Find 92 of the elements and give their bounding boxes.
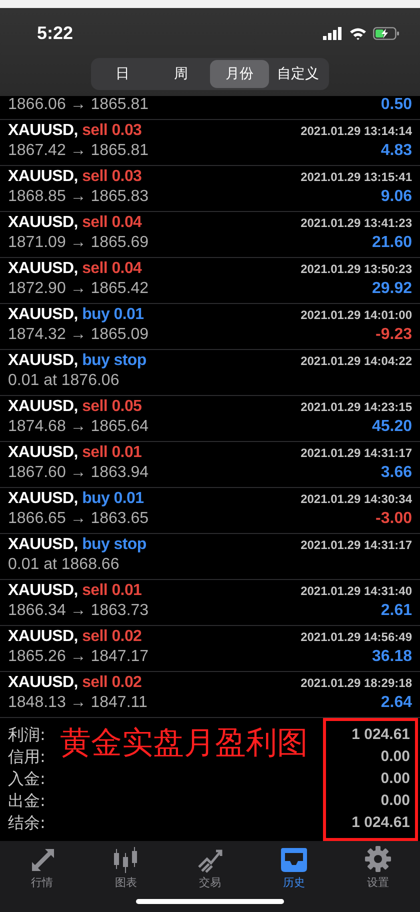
deal-prices: 0.01 at 1868.66	[8, 556, 120, 574]
deal-prices: 1867.60 → 1863.94	[8, 464, 149, 482]
deal-profit: 3.66	[380, 464, 412, 482]
deal-prices: 1867.42 → 1865.81	[8, 142, 149, 160]
deal-time: 2021.01.29 13:50:23	[300, 262, 412, 276]
summary-label: 结余:	[8, 812, 46, 834]
deal-prices: 1866.06 → 1865.81	[8, 96, 149, 114]
order-type: sell 0.04	[82, 214, 142, 231]
summary-value: 0.00	[380, 769, 410, 789]
summary-label: 信用:	[8, 746, 46, 768]
period-tab[interactable]: 日	[93, 60, 152, 88]
tab-bar-item[interactable]: 历史	[252, 845, 336, 890]
summary-value: 0.00	[380, 791, 410, 811]
deal-time: 2021.01.29 14:30:34	[300, 492, 412, 506]
summary-label: 利润:	[8, 724, 46, 746]
deal-title: XAUUSD, sell 0.03	[8, 168, 142, 186]
summary-value: 1 024.61	[352, 725, 410, 745]
deal-profit: 0.50	[380, 96, 412, 114]
deal-title: XAUUSD, buy stop	[8, 352, 146, 370]
deal-title: XAUUSD, buy 0.01	[8, 306, 144, 324]
order-type: buy stop	[82, 536, 146, 553]
deal-title: XAUUSD, sell 0.05	[8, 398, 142, 416]
deal-profit: 4.83	[380, 142, 412, 160]
tab-bar-item[interactable]: 设置	[336, 845, 420, 890]
order-type: buy 0.01	[82, 306, 144, 323]
deal-profit: 2.61	[380, 602, 412, 620]
deal-title: XAUUSD, sell 0.04	[8, 214, 142, 232]
deal-prices: 1871.09 → 1865.69	[8, 234, 149, 252]
deal-time: 2021.01.29 13:14:14	[300, 124, 412, 138]
status-time: 5:22	[37, 22, 74, 44]
deal-profit: 36.18	[372, 648, 412, 666]
summary-value: 1 024.61	[352, 813, 410, 833]
period-tab[interactable]: 自定义	[268, 60, 327, 88]
inbox-tray-icon	[280, 845, 308, 873]
order-type: sell 0.03	[82, 168, 142, 185]
annotation-text: 黄金实盘月盈利图	[60, 724, 308, 763]
deal-time: 2021.01.29 18:29:18	[300, 676, 412, 690]
deal-time: 2021.01.29 14:31:17	[300, 446, 412, 460]
deal-title: XAUUSD, buy stop	[8, 536, 146, 554]
period-tab[interactable]: 周	[152, 60, 210, 88]
deal-profit: -9.23	[376, 326, 412, 344]
deal-prices: 1865.26 → 1847.17	[8, 648, 149, 666]
deal-prices: 1848.13 → 1847.11	[8, 694, 148, 712]
deal-title: XAUUSD, sell 0.02	[8, 674, 142, 692]
order-type: sell 0.02	[82, 628, 142, 645]
deal-title: XAUUSD, sell 0.03	[8, 122, 142, 140]
deal-time: 2021.01.29 13:15:41	[300, 170, 412, 184]
tab-bar-item[interactable]: 交易	[168, 845, 252, 890]
battery-charging-icon	[373, 26, 400, 40]
deal-prices: 0.01 at 1876.06	[8, 372, 120, 390]
order-type: sell 0.05	[82, 398, 142, 415]
deal-time: 2021.01.29 14:31:17	[300, 538, 412, 552]
deal-profit: 29.92	[372, 280, 412, 298]
period-tab[interactable]: 月份	[210, 60, 268, 88]
tab-bar-item[interactable]: 行情	[0, 845, 84, 890]
deal-prices: 1872.90 → 1865.42	[8, 280, 149, 298]
deal-title: XAUUSD, sell 0.01	[8, 582, 142, 600]
summary-label: 入金:	[8, 768, 46, 790]
candlestick-icon	[112, 845, 140, 873]
order-type: buy stop	[82, 352, 146, 369]
deal-title: XAUUSD, sell 0.02	[8, 628, 142, 646]
signal-icon	[323, 26, 343, 40]
settings-icon	[364, 845, 392, 873]
deal-profit: 2.64	[380, 694, 412, 712]
deal-profit: -3.00	[376, 510, 412, 528]
deal-time: 2021.01.29 14:01:00	[300, 308, 412, 322]
deal-time: 2021.01.29 14:23:15	[300, 400, 412, 414]
deal-title: XAUUSD, buy 0.01	[8, 490, 144, 508]
summary-label: 出金:	[8, 790, 46, 812]
deal-prices: 1868.85 → 1865.83	[8, 188, 149, 206]
deal-title: XAUUSD, sell 0.01	[8, 444, 142, 462]
order-type: sell 0.02	[82, 674, 142, 691]
order-type: sell 0.04	[82, 260, 142, 277]
order-type: sell 0.03	[82, 122, 142, 139]
deal-time: 2021.01.29 13:41:23	[300, 216, 412, 230]
deal-time: 2021.01.29 14:31:40	[300, 584, 412, 598]
deal-time: 2021.01.29 14:56:49	[300, 630, 412, 644]
deal-time: 2021.01.29 14:04:22	[300, 354, 412, 368]
deal-title: XAUUSD, sell 0.04	[8, 260, 142, 278]
deal-prices: 1874.68 → 1865.64	[8, 418, 149, 436]
deal-profit: 9.06	[380, 188, 412, 206]
deal-prices: 1874.32 → 1865.09	[8, 326, 149, 344]
order-type: sell 0.01	[82, 444, 142, 461]
order-type: buy 0.01	[82, 490, 144, 507]
deal-prices: 1866.34 → 1863.73	[8, 602, 149, 620]
order-type: sell 0.01	[82, 582, 142, 599]
deal-prices: 1866.65 → 1863.65	[8, 510, 149, 528]
deal-profit: 45.20	[372, 418, 412, 436]
summary-value: 0.00	[380, 747, 410, 767]
wifi-icon	[349, 26, 367, 40]
tab-bar-item[interactable]: 图表	[84, 845, 168, 890]
deal-profit: 21.60	[372, 234, 412, 252]
